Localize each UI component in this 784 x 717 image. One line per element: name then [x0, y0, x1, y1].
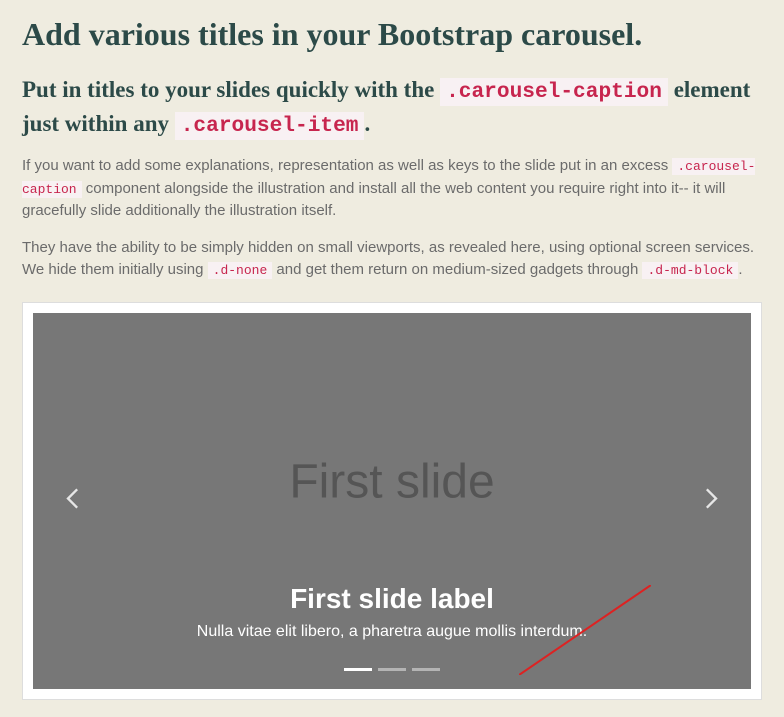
code-carousel-caption: .carousel-caption — [440, 78, 668, 106]
carousel-indicators — [344, 668, 440, 671]
caption-text: Nulla vitae elit libero, a pharetra augu… — [33, 623, 751, 641]
code-d-none: .d-none — [208, 262, 273, 279]
p2-text-b: and get them return on medium-sized gadg… — [272, 261, 642, 278]
carousel-example-container: First slide First slide label Nulla vita… — [22, 302, 762, 700]
carousel-indicator-3[interactable] — [412, 668, 440, 671]
p1-text-a: If you want to add some explanations, re… — [22, 157, 672, 174]
carousel-prev-button[interactable] — [53, 488, 93, 513]
page-title: Add various titles in your Bootstrap car… — [22, 14, 762, 54]
caption-title: First slide label — [33, 583, 751, 615]
carousel: First slide First slide label Nulla vita… — [33, 313, 751, 689]
slide-placeholder-text: First slide — [289, 454, 494, 509]
subheading: Put in titles to your slides quickly wit… — [22, 74, 762, 141]
code-d-md-block: .d-md-block — [642, 262, 738, 279]
carousel-next-button[interactable] — [691, 488, 731, 513]
p2-text-c: . — [738, 261, 742, 278]
paragraph-1: If you want to add some explanations, re… — [22, 155, 762, 223]
subheading-text-3: . — [364, 111, 370, 136]
code-carousel-item: .carousel-item — [175, 112, 365, 140]
chevron-right-icon — [701, 488, 721, 508]
carousel-indicator-1[interactable] — [344, 668, 372, 671]
carousel-indicator-2[interactable] — [378, 668, 406, 671]
subheading-text-1: Put in titles to your slides quickly wit… — [22, 77, 440, 102]
chevron-left-icon — [63, 488, 83, 508]
carousel-caption: First slide label Nulla vitae elit liber… — [33, 583, 751, 641]
p1-text-b: component alongside the illustration and… — [22, 180, 725, 220]
paragraph-2: They have the ability to be simply hidde… — [22, 237, 762, 282]
